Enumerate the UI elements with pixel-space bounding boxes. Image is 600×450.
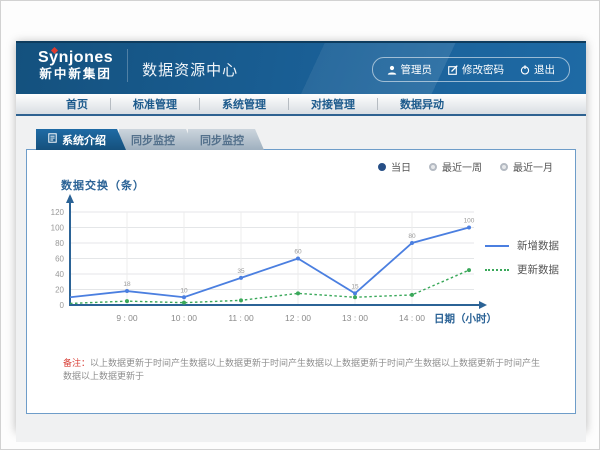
radio-unselected-icon: [429, 163, 437, 171]
document-icon: [48, 133, 57, 146]
page-title: 数据资源中心: [142, 59, 238, 80]
app-window: Synjones 新中新集团 数据资源中心 管理员 修改密码: [16, 41, 586, 431]
legend-label: 更新数据: [517, 262, 559, 277]
power-icon: [520, 65, 530, 75]
logo-subtitle: 新中新集团: [38, 67, 113, 82]
radio-selected-icon: [378, 163, 386, 171]
nav-item-data-change[interactable]: 数据异动: [378, 96, 466, 112]
filter-label: 最近一周: [442, 159, 482, 174]
svg-text:15: 15: [351, 283, 359, 290]
page-frame: Synjones 新中新集团 数据资源中心 管理员 修改密码: [0, 0, 600, 450]
svg-text:18: 18: [123, 281, 131, 288]
svg-text:100: 100: [51, 224, 65, 233]
legend-item-updated-data: 更新数据: [485, 262, 559, 277]
content-area: 系统介绍 同步监控 同步监控 当日 最近一周: [16, 129, 586, 442]
chart-panel: 当日 最近一周 最近一月 数据交换（条） 0204060801001209 : …: [26, 149, 576, 414]
tab-sync-monitor-2[interactable]: 同步监控: [188, 129, 264, 150]
change-password-button[interactable]: 修改密码: [448, 62, 504, 77]
svg-text:日期（小时）: 日期（小时）: [434, 312, 497, 325]
filter-label: 当日: [391, 159, 411, 174]
legend-item-new-data: 新增数据: [485, 238, 559, 253]
radio-unselected-icon: [500, 163, 508, 171]
nav-item-standard-mgmt[interactable]: 标准管理: [111, 96, 199, 112]
nav-item-interface-mgmt[interactable]: 对接管理: [289, 96, 377, 112]
username-label: 管理员: [401, 62, 433, 77]
svg-text:12 : 00: 12 : 00: [285, 313, 311, 323]
svg-text:60: 60: [55, 255, 64, 264]
current-user-button[interactable]: 管理员: [387, 62, 433, 77]
footnote: 备注：以上数据更新于时间产生数据以上数据更新于时间产生数据以上数据更新于时间产生…: [63, 357, 543, 383]
nav-item-system-mgmt[interactable]: 系统管理: [200, 96, 288, 112]
svg-text:9 : 00: 9 : 00: [116, 313, 138, 323]
time-range-filters: 当日 最近一周 最近一月: [378, 159, 553, 174]
svg-text:11 : 00: 11 : 00: [228, 313, 254, 323]
svg-text:100: 100: [464, 218, 475, 225]
footnote-prefix: 备注：: [63, 358, 90, 368]
svg-text:35: 35: [237, 268, 245, 275]
svg-text:120: 120: [51, 208, 65, 217]
svg-text:80: 80: [408, 233, 416, 240]
change-password-label: 修改密码: [462, 62, 504, 77]
nav-item-home[interactable]: 首页: [44, 96, 110, 112]
tab-system-intro[interactable]: 系统介绍: [36, 129, 126, 150]
svg-text:13 : 00: 13 : 00: [342, 313, 368, 323]
legend-line-dotted-icon: [485, 269, 509, 271]
filter-label: 最近一月: [513, 159, 553, 174]
tab-sync-monitor-1[interactable]: 同步监控: [119, 129, 195, 150]
svg-text:10 : 00: 10 : 00: [171, 313, 197, 323]
edit-icon: [448, 65, 458, 75]
app-header: Synjones 新中新集团 数据资源中心 管理员 修改密码: [16, 41, 586, 94]
brand-block: Synjones 新中新集团 数据资源中心: [38, 49, 238, 82]
svg-text:60: 60: [294, 249, 302, 256]
tab-label: 同步监控: [131, 132, 175, 148]
line-chart: 0 20 40 60 80 100 120 9 : 00 10 : 00 11 : 00 12 : …: [27, 182, 547, 334]
user-bar: 管理员 修改密码 退出: [372, 57, 571, 82]
tab-label: 系统介绍: [62, 132, 106, 148]
svg-text:10: 10: [180, 287, 188, 294]
svg-text:40: 40: [55, 270, 64, 279]
svg-text:0: 0: [60, 301, 65, 310]
tab-bar: 系统介绍 同步监控 同步监控: [36, 129, 586, 150]
company-logo: Synjones 新中新集团: [38, 49, 128, 82]
filter-last-week[interactable]: 最近一周: [429, 159, 482, 174]
logout-label: 退出: [534, 62, 555, 77]
user-icon: [387, 65, 397, 75]
logout-button[interactable]: 退出: [520, 62, 555, 77]
svg-text:20: 20: [55, 286, 64, 295]
tab-label: 同步监控: [200, 132, 244, 148]
legend-line-solid-icon: [485, 245, 509, 247]
legend-label: 新增数据: [517, 238, 559, 253]
filter-today[interactable]: 当日: [378, 159, 411, 174]
filter-last-month[interactable]: 最近一月: [500, 159, 553, 174]
footnote-text: 以上数据更新于时间产生数据以上数据更新于时间产生数据以上数据更新于时间产生数据以…: [63, 358, 540, 381]
series-legend: 新增数据 更新数据: [485, 238, 559, 277]
svg-text:80: 80: [55, 239, 64, 248]
main-nav: 首页 标准管理 系统管理 对接管理 数据异动: [16, 94, 586, 116]
svg-text:14 : 00: 14 : 00: [399, 313, 425, 323]
logo-text: Synjones: [38, 49, 113, 67]
